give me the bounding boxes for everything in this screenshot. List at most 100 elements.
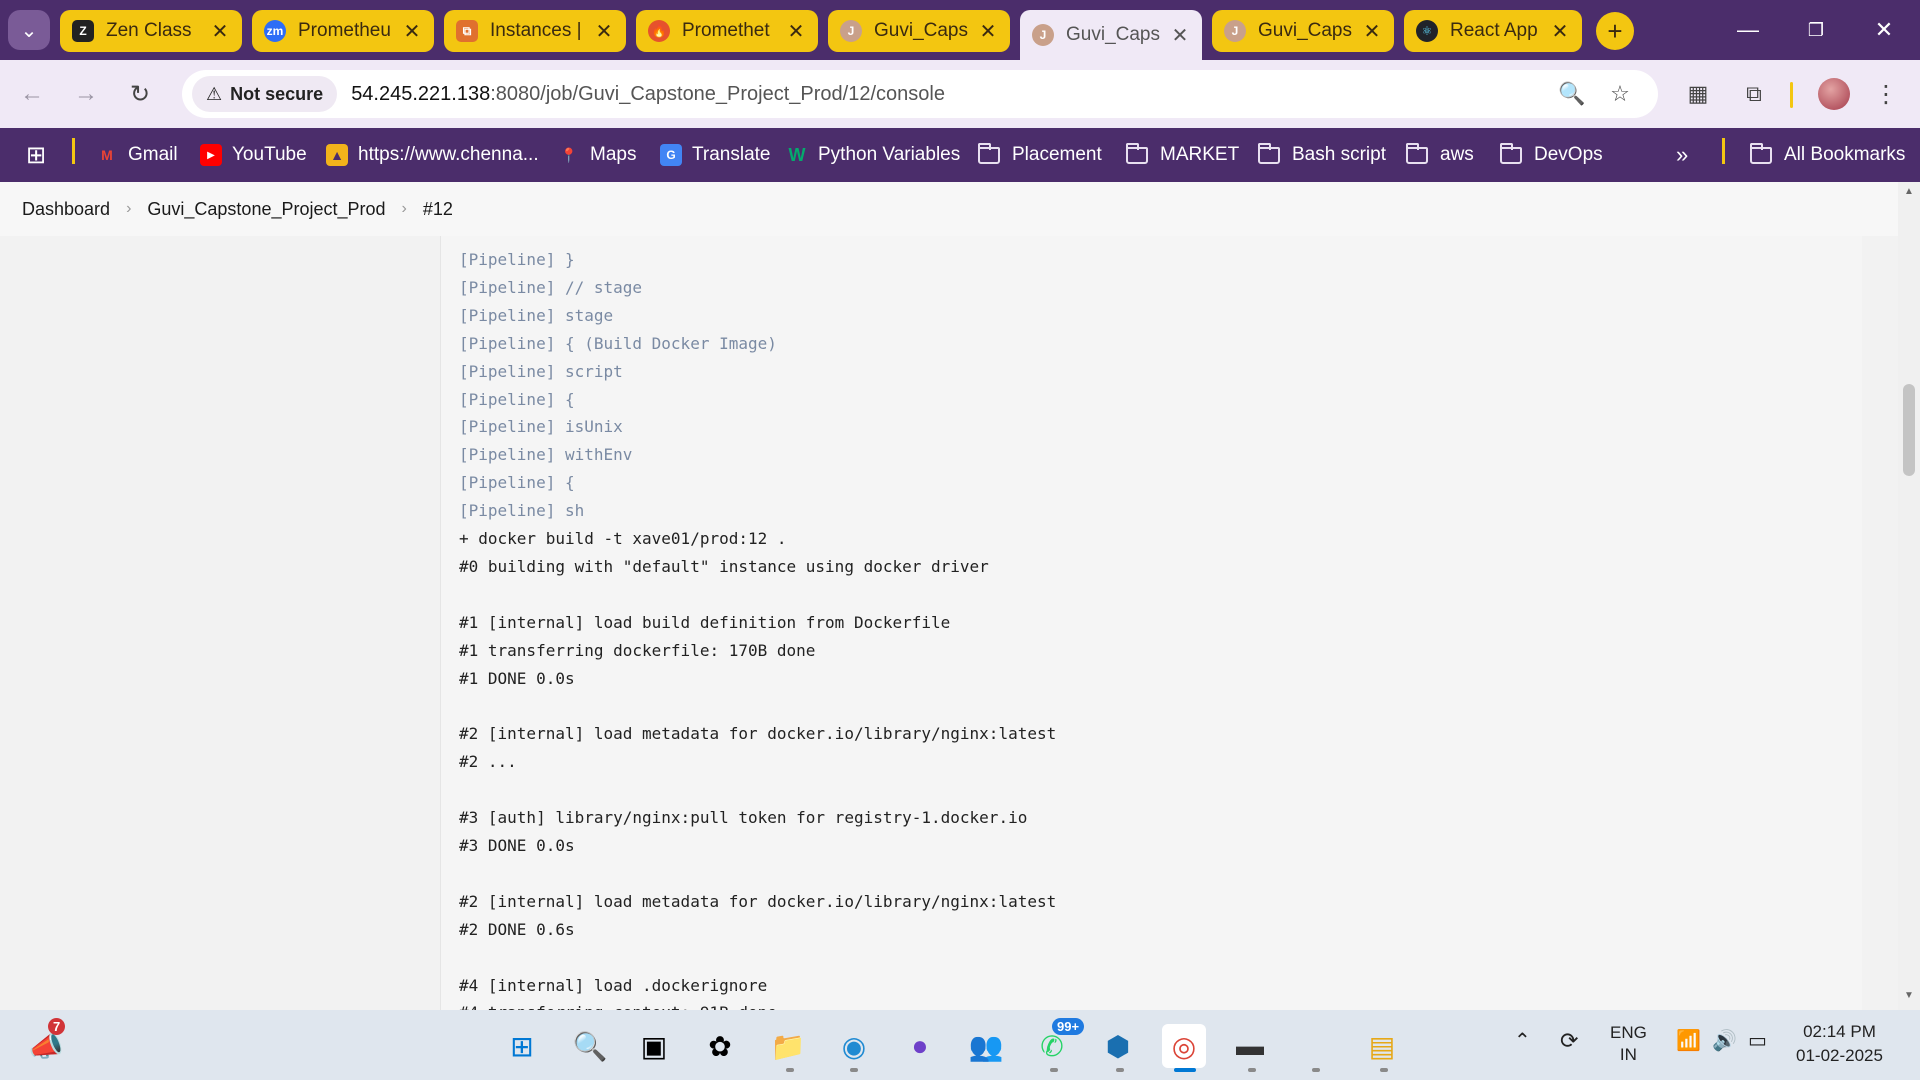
console-line: #2 [internal] load metadata for docker.i… <box>459 724 1057 744</box>
teams-button[interactable]: 👥 <box>964 1024 1008 1068</box>
close-icon[interactable]: ✕ <box>786 19 806 44</box>
copilot-icon: ✿ <box>708 1030 732 1062</box>
tab-6[interactable]: J Guvi_Caps ✕ <box>1212 10 1394 52</box>
bookmark-maps[interactable]: 📍 Maps <box>558 138 636 172</box>
new-tab-button[interactable]: + <box>1596 12 1634 50</box>
virtualbox-button[interactable]: ⬢ <box>1096 1024 1140 1068</box>
profile-avatar[interactable] <box>1818 78 1850 110</box>
file-explorer-button[interactable]: 📁 <box>766 1024 810 1068</box>
running-indicator <box>1116 1068 1124 1072</box>
close-icon[interactable]: ✕ <box>1362 19 1382 44</box>
bookmark-star-button[interactable]: ☆ <box>1602 76 1638 112</box>
start-button[interactable]: ⊞ <box>500 1024 544 1068</box>
show-hidden-icons-button[interactable]: ⌃ <box>1514 1028 1531 1053</box>
tab-4[interactable]: J Guvi_Caps ✕ <box>828 10 1010 52</box>
bookmark-folder-bash-script[interactable]: Bash script <box>1258 138 1386 172</box>
running-indicator <box>1248 1068 1256 1072</box>
plus-icon: + <box>1607 15 1623 46</box>
translate-icon: G <box>660 144 682 166</box>
bookmark-folder-aws[interactable]: aws <box>1406 138 1474 172</box>
task-view-button[interactable]: ▣ <box>632 1024 676 1068</box>
battery-icon[interactable]: ▭ <box>1748 1028 1767 1053</box>
console-line: [Pipeline] // stage <box>459 277 643 297</box>
running-indicator <box>850 1068 858 1072</box>
address-bar[interactable]: ⚠ Not secure 54.245.221.138:8080/job/Guv… <box>182 70 1658 118</box>
menu-button[interactable]: ⋮ <box>1868 76 1904 112</box>
close-icon[interactable]: ✕ <box>1550 19 1570 44</box>
console-text: [Pipeline] } [Pipeline] // stage [Pipeli… <box>441 246 1862 1010</box>
bookmark-gmail[interactable]: M Gmail <box>96 138 177 172</box>
edge-button[interactable]: ◉ <box>832 1024 876 1068</box>
wifi-icon[interactable]: 📶 <box>1676 1028 1701 1053</box>
bookmark-folder-market[interactable]: MARKET <box>1126 138 1239 172</box>
warning-icon: ⚠ <box>206 83 223 104</box>
chrome-button[interactable]: ◎ <box>1162 1024 1206 1068</box>
extensions-button[interactable]: ⧉ <box>1736 76 1772 112</box>
scroll-up-icon[interactable]: ▲ <box>1903 186 1915 197</box>
whatsapp-button[interactable]: ✆ 99+ <box>1030 1018 1085 1068</box>
bookmarks-overflow-button[interactable]: » <box>1676 138 1688 172</box>
close-icon[interactable]: ✕ <box>594 19 614 44</box>
tab-5-active[interactable]: J Guvi_Caps ✕ <box>1020 10 1202 60</box>
volume-icon[interactable]: 🔊 <box>1712 1028 1737 1053</box>
notification-app-button[interactable]: 📣 7 <box>24 1018 68 1068</box>
maps-icon: 📍 <box>560 146 578 163</box>
terminal-icon: ▬ <box>1236 1030 1264 1061</box>
tab-3[interactable]: 🔥 Promethet ✕ <box>636 10 818 52</box>
bookmark-folder-devops[interactable]: DevOps <box>1500 138 1603 172</box>
close-window-button[interactable]: ✕ <box>1856 12 1912 48</box>
winrar-button[interactable]: ▤ <box>1360 1024 1404 1068</box>
back-button[interactable]: ← <box>14 76 50 112</box>
scroll-down-icon[interactable]: ▼ <box>1903 990 1915 1001</box>
scrollbar-thumb[interactable] <box>1903 384 1915 476</box>
breadcrumb-build[interactable]: #12 <box>423 199 453 220</box>
restore-button[interactable]: ❐ <box>1788 12 1844 48</box>
bookmark-youtube[interactable]: ▶ YouTube <box>200 138 307 172</box>
youtube-icon: ▶ <box>200 144 222 166</box>
tab-7[interactable]: ⚛ React App ✕ <box>1404 10 1582 52</box>
language-indicator[interactable]: ENG IN <box>1610 1022 1647 1066</box>
copilot-button[interactable]: ✿ <box>698 1024 742 1068</box>
close-icon[interactable]: ✕ <box>978 19 998 44</box>
forward-button[interactable]: → <box>68 76 104 112</box>
zoom-button[interactable]: 🔍 <box>1554 76 1590 112</box>
bookmark-chennai[interactable]: ▲ https://www.chenna... <box>326 138 539 172</box>
search-button[interactable]: 🔍 <box>568 1024 612 1068</box>
tab-2[interactable]: ⧉ Instances | ✕ <box>444 10 626 52</box>
bookmark-folder-placement[interactable]: Placement <box>978 138 1102 172</box>
tab-1[interactable]: zm Prometheu ✕ <box>252 10 434 52</box>
clock[interactable]: 02:14 PM 01-02-2025 <box>1796 1020 1883 1068</box>
qr-code-button[interactable]: ▦ <box>1680 76 1716 112</box>
url-text[interactable]: 54.245.221.138:8080/job/Guvi_Capstone_Pr… <box>351 83 945 106</box>
close-icon[interactable]: ✕ <box>1170 23 1190 48</box>
scrollbar[interactable]: ▲ ▼ <box>1898 182 1920 1010</box>
github-button[interactable]: ● <box>898 1024 942 1068</box>
tab-0[interactable]: Z Zen Class ✕ <box>60 10 242 52</box>
toolbar-separator <box>1790 82 1793 108</box>
folder-icon <box>1750 142 1772 164</box>
apps-button[interactable]: ⊞ <box>26 138 46 172</box>
terminal-button[interactable]: ▬ <box>1228 1024 1272 1068</box>
chevron-right-icon: › <box>401 200 407 217</box>
console-line: #1 transferring dockerfile: 170B done <box>459 640 816 660</box>
console-line: [Pipeline] } <box>459 250 575 269</box>
security-indicator[interactable]: ⚠ Not secure <box>192 76 338 112</box>
bookmark-label: DevOps <box>1534 144 1603 165</box>
breadcrumb-job[interactable]: Guvi_Capstone_Project_Prod <box>147 199 385 220</box>
close-icon[interactable]: ✕ <box>210 19 230 44</box>
bookmark-translate[interactable]: G Translate <box>660 138 771 172</box>
tab-search-button[interactable]: ⌄ <box>8 10 50 50</box>
breadcrumb-dashboard[interactable]: Dashboard <box>22 199 110 220</box>
all-bookmarks-button[interactable]: All Bookmarks <box>1750 138 1905 172</box>
close-icon[interactable]: ✕ <box>402 19 422 44</box>
reload-button[interactable]: ↻ <box>122 76 158 112</box>
bookmark-label: Python Variables <box>818 144 961 165</box>
sync-button[interactable]: ⟳ <box>1560 1028 1578 1054</box>
minimize-button[interactable]: — <box>1720 12 1776 48</box>
bookmarks-bar: ⊞ M Gmail ▶ YouTube ▲ https://www.chenna… <box>0 128 1920 182</box>
bookmark-python-variables[interactable]: W Python Variables <box>786 138 961 172</box>
console-line: #0 building with "default" instance usin… <box>459 556 989 576</box>
running-indicator <box>1050 1068 1058 1072</box>
console-line: #2 DONE 0.6s <box>459 919 575 939</box>
tab-strip: ⌄ Z Zen Class ✕ zm Prometheu ✕ ⧉ Instanc… <box>0 0 1920 60</box>
